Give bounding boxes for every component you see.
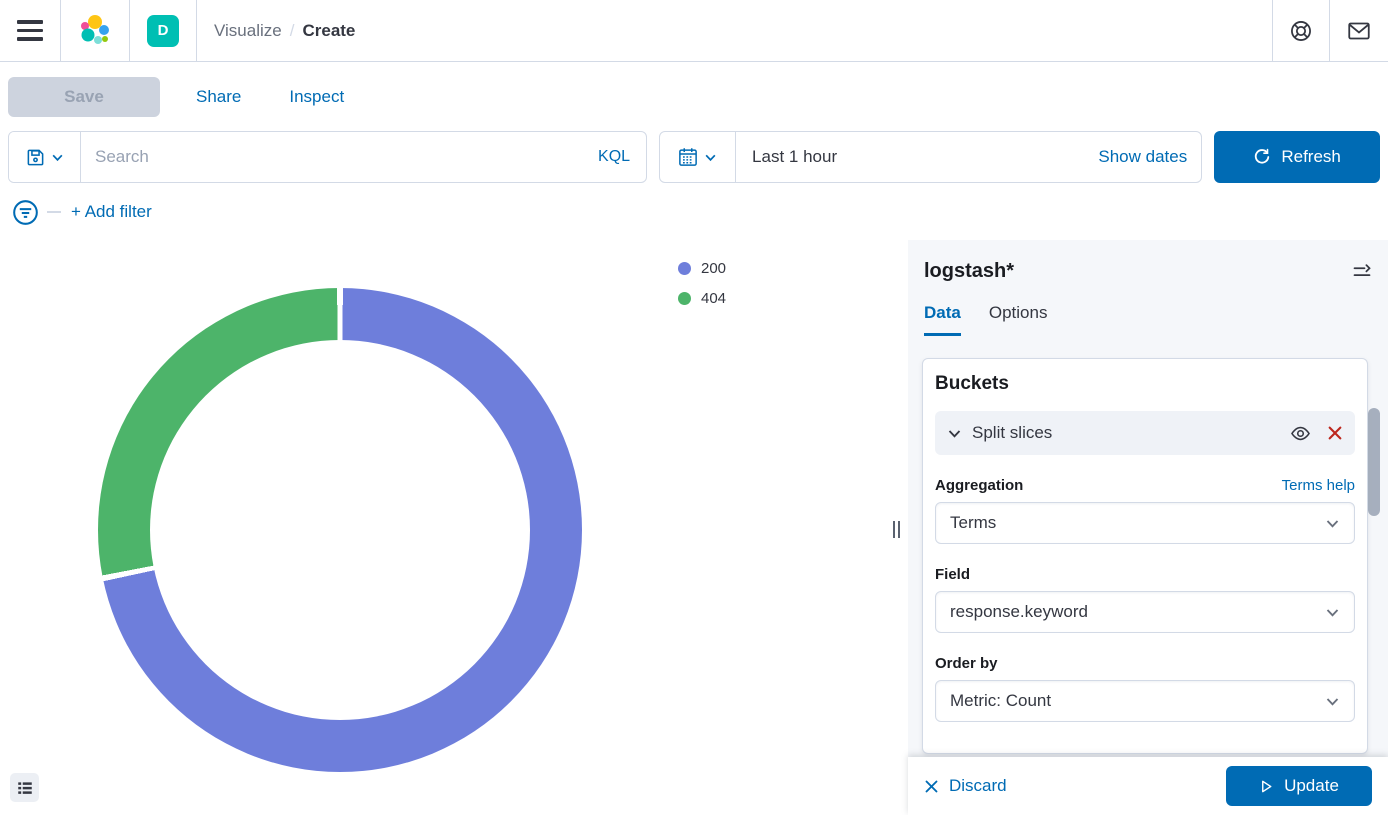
breadcrumb: Visualize / Create	[197, 0, 372, 61]
legend-item[interactable]: 200	[678, 260, 726, 277]
filter-dash	[47, 211, 61, 213]
search-bar: KQL	[8, 131, 647, 183]
update-button[interactable]: Update	[1226, 766, 1372, 806]
collapse-panel-button[interactable]	[1352, 262, 1372, 282]
chart-legend: 200 404	[678, 260, 726, 307]
aggregation-value: Terms	[950, 513, 1325, 533]
field-select[interactable]: response.keyword	[935, 591, 1355, 633]
eye-icon	[1290, 423, 1311, 444]
split-slices-accordion[interactable]: Split slices	[935, 411, 1355, 455]
search-input[interactable]	[81, 147, 582, 167]
remove-bucket-button[interactable]	[1327, 425, 1343, 441]
panel-scrollbar-thumb[interactable]	[1368, 408, 1380, 516]
order-by-value: Metric: Count	[950, 691, 1325, 711]
help-icon	[1290, 20, 1312, 42]
index-pattern-title: logstash*	[924, 260, 1014, 283]
breadcrumb-separator: /	[290, 21, 295, 41]
tab-options[interactable]: Options	[989, 303, 1048, 336]
share-button[interactable]: Share	[196, 87, 241, 107]
order-by-select[interactable]: Metric: Count	[935, 680, 1355, 722]
x-icon	[924, 779, 939, 794]
legend-item[interactable]: 404	[678, 290, 726, 307]
save-icon	[26, 148, 45, 167]
space-avatar[interactable]: D	[147, 15, 179, 47]
filter-menu-button[interactable]	[12, 199, 39, 226]
buckets-card: Buckets Split slices	[922, 358, 1368, 754]
visualization-area: 200 404 logstash* Data	[0, 240, 1388, 815]
buckets-heading: Buckets	[935, 373, 1355, 395]
chevron-down-icon	[51, 151, 64, 164]
collapse-panel-icon	[1352, 262, 1372, 282]
kql-button[interactable]: KQL	[582, 148, 646, 166]
chevron-down-icon	[1325, 694, 1340, 709]
donut-chart[interactable]	[98, 288, 582, 772]
calendar-icon	[678, 147, 698, 167]
breadcrumb-visualize[interactable]: Visualize	[214, 21, 282, 41]
elastic-logo[interactable]	[61, 0, 129, 61]
red-x-icon	[1327, 425, 1343, 441]
tab-data[interactable]: Data	[924, 303, 961, 336]
legend-label: 404	[701, 290, 726, 307]
list-icon	[16, 779, 34, 797]
inspect-button[interactable]: Inspect	[289, 87, 344, 107]
legend-dot-404	[678, 292, 691, 305]
refresh-button[interactable]: Refresh	[1214, 131, 1380, 183]
field-value: response.keyword	[950, 602, 1325, 622]
legend-label: 200	[701, 260, 726, 277]
panel-tabs: Data Options	[908, 303, 1388, 336]
toggle-visibility-button[interactable]	[1290, 423, 1311, 444]
refresh-label: Refresh	[1281, 147, 1341, 167]
elastic-logo-icon	[78, 13, 112, 49]
query-bar: KQL Last 1 hour Show dates Refresh	[0, 131, 1388, 183]
date-picker: Last 1 hour Show dates	[659, 131, 1202, 183]
time-range-value[interactable]: Last 1 hour	[736, 147, 837, 167]
add-filter-button[interactable]: + Add filter	[71, 202, 152, 222]
help-button[interactable]	[1273, 0, 1329, 61]
date-quick-menu-button[interactable]	[660, 132, 736, 182]
top-nav: D Visualize / Create	[0, 0, 1388, 62]
newsfeed-button[interactable]	[1330, 0, 1388, 61]
update-label: Update	[1284, 776, 1339, 796]
field-label: Field	[935, 566, 970, 583]
breadcrumb-create: Create	[302, 21, 355, 41]
discard-label: Discard	[949, 776, 1007, 796]
legend-dot-200	[678, 262, 691, 275]
donut-hole	[150, 340, 530, 720]
filter-bar: + Add filter	[0, 192, 1388, 232]
editor-panel: logstash* Data Options Buckets	[908, 240, 1388, 815]
filter-icon	[12, 199, 39, 226]
chevron-down-icon	[1325, 516, 1340, 531]
chevron-down-icon	[1325, 605, 1340, 620]
order-by-label: Order by	[935, 655, 998, 672]
save-button[interactable]: Save	[8, 77, 160, 117]
aggregation-label: Aggregation	[935, 477, 1023, 494]
action-toolbar: Save Share Inspect	[0, 63, 1388, 131]
show-dates-button[interactable]: Show dates	[1098, 147, 1201, 167]
split-slices-label: Split slices	[972, 423, 1290, 443]
panel-resize-handle[interactable]	[893, 521, 900, 538]
editor-action-bar: Discard Update	[908, 757, 1388, 815]
refresh-icon	[1253, 148, 1271, 166]
terms-help-link[interactable]: Terms help	[1282, 477, 1355, 494]
aggregation-select[interactable]: Terms	[935, 502, 1355, 544]
chevron-down-icon	[704, 151, 717, 164]
chevron-down-icon	[947, 426, 962, 441]
envelope-icon	[1347, 19, 1371, 43]
legend-toggle-button[interactable]	[10, 773, 39, 802]
discard-button[interactable]: Discard	[924, 776, 1007, 796]
menu-icon[interactable]	[17, 20, 43, 41]
play-icon	[1259, 779, 1274, 794]
saved-query-menu-button[interactable]	[9, 132, 81, 182]
